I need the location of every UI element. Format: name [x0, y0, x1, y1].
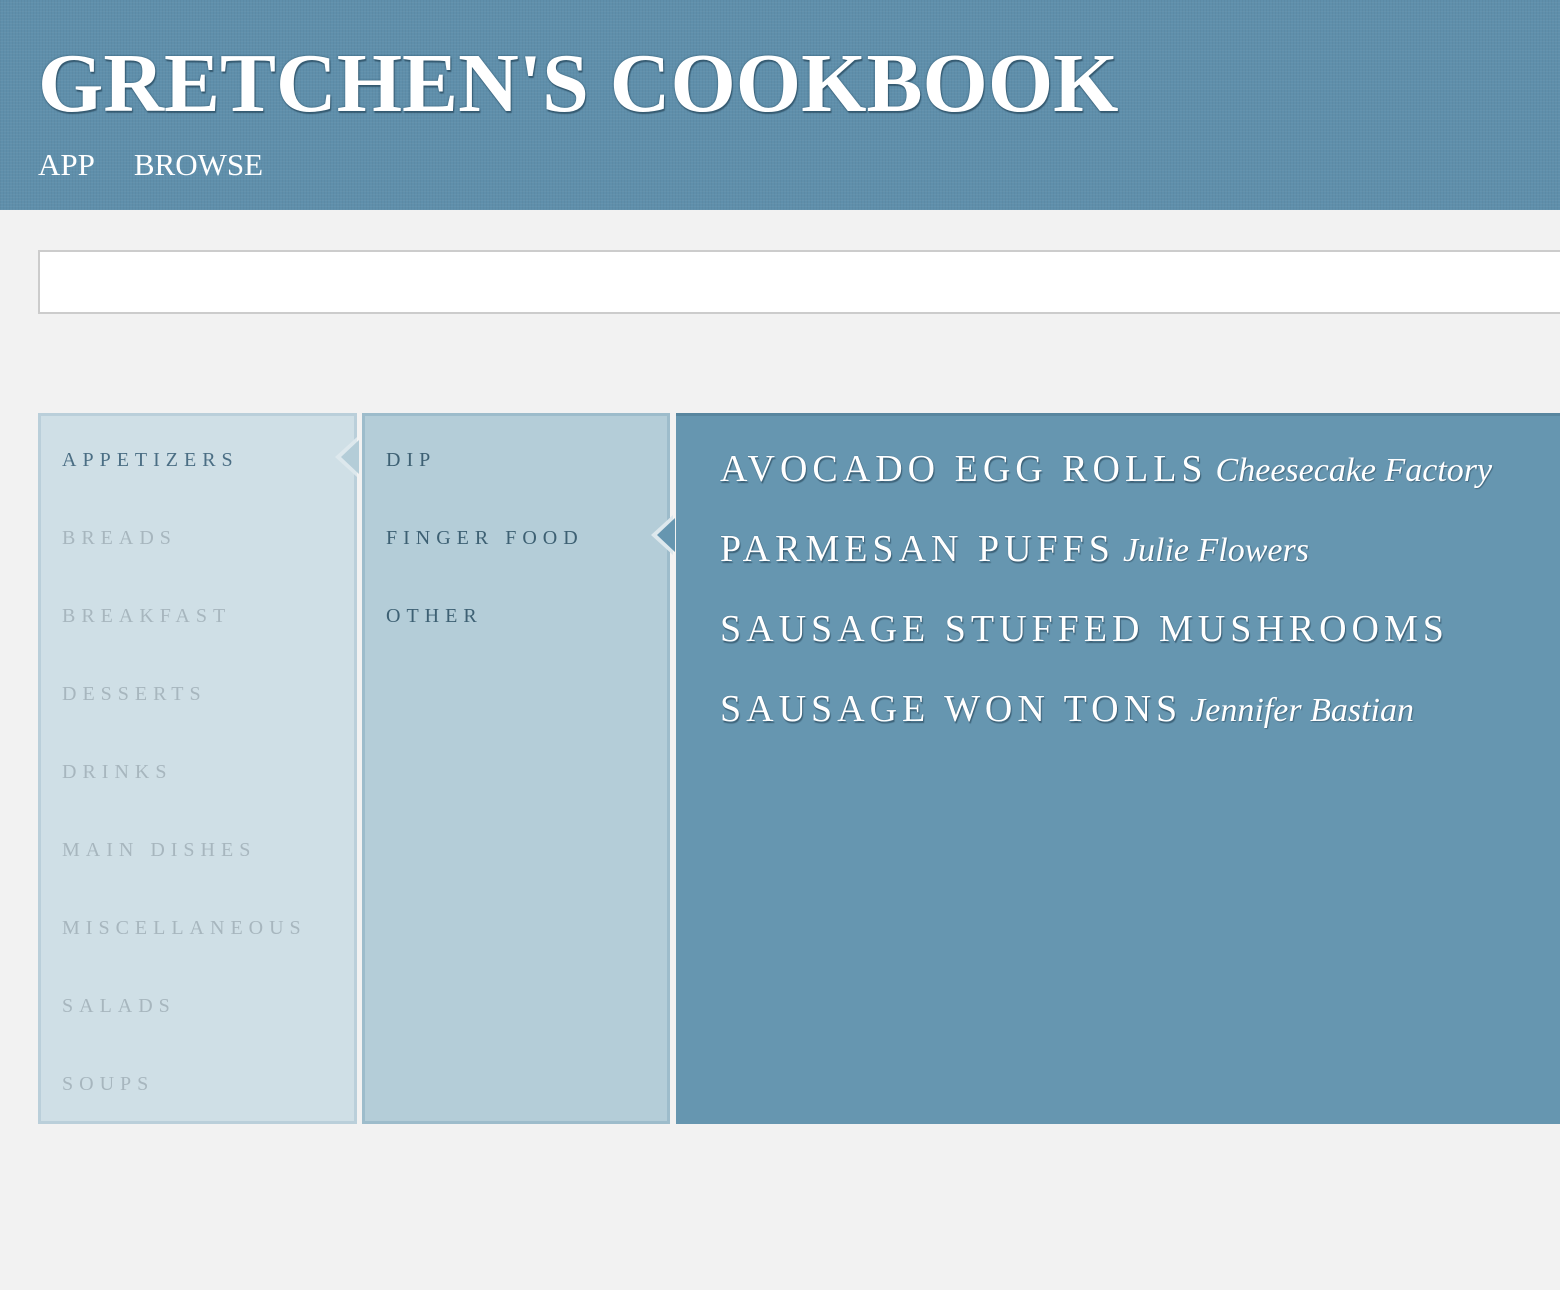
subcategory-item-other[interactable]: OTHER [386, 601, 483, 631]
site-header: GRETCHEN'S COOKBOOK APP BROWSE [0, 0, 1560, 210]
subcategory-item-finger-food[interactable]: FINGER FOOD [386, 523, 584, 553]
category-item-miscellaneous[interactable]: MISCELLANEOUS [62, 913, 307, 943]
category-item-drinks[interactable]: DRINKS [62, 757, 172, 787]
recipe-name: SAUSAGE WON TONS [720, 688, 1183, 730]
subcategory-item-dip[interactable]: DIP [386, 445, 436, 475]
category-item-breads[interactable]: BREADS [62, 523, 177, 553]
recipe-author: Jennifer Bastian [1190, 692, 1414, 729]
category-column: APPETIZERS BREADS BREAKFAST DESSERTS DRI… [38, 413, 357, 1124]
selected-subcategory-pointer-fill [657, 518, 675, 552]
nav-link-app[interactable]: APP [38, 146, 95, 186]
selected-category-pointer-fill [341, 440, 359, 474]
recipe-row[interactable]: SAUSAGE STUFFED MUSHROOMS [720, 604, 1453, 654]
category-item-breakfast[interactable]: BREAKFAST [62, 601, 231, 631]
main-nav: APP BROWSE [38, 146, 302, 186]
recipe-list: AVOCADO EGG ROLLS Cheesecake Factory PAR… [676, 413, 1560, 1124]
search-input[interactable] [38, 250, 1560, 314]
recipe-name: PARMESAN PUFFS [720, 528, 1115, 570]
subcategory-column: DIP FINGER FOOD OTHER [362, 413, 670, 1124]
recipe-row[interactable]: AVOCADO EGG ROLLS Cheesecake Factory [720, 444, 1492, 494]
category-item-main-dishes[interactable]: MAIN DISHES [62, 835, 256, 865]
category-item-soups[interactable]: SOUPS [62, 1069, 154, 1099]
category-item-desserts[interactable]: DESSERTS [62, 679, 207, 709]
recipe-row[interactable]: PARMESAN PUFFS Julie Flowers [720, 524, 1309, 574]
recipe-row[interactable]: SAUSAGE WON TONS Jennifer Bastian [720, 684, 1414, 734]
recipe-author: Julie Flowers [1122, 532, 1309, 569]
recipe-author: Cheesecake Factory [1215, 452, 1493, 489]
recipe-name: AVOCADO EGG ROLLS [720, 448, 1208, 490]
recipe-name: SAUSAGE STUFFED MUSHROOMS [720, 608, 1449, 650]
site-title: GRETCHEN'S COOKBOOK [38, 37, 1119, 130]
nav-link-browse[interactable]: BROWSE [134, 146, 263, 186]
category-item-appetizers[interactable]: APPETIZERS [62, 445, 239, 475]
category-item-salads[interactable]: SALADS [62, 991, 176, 1021]
